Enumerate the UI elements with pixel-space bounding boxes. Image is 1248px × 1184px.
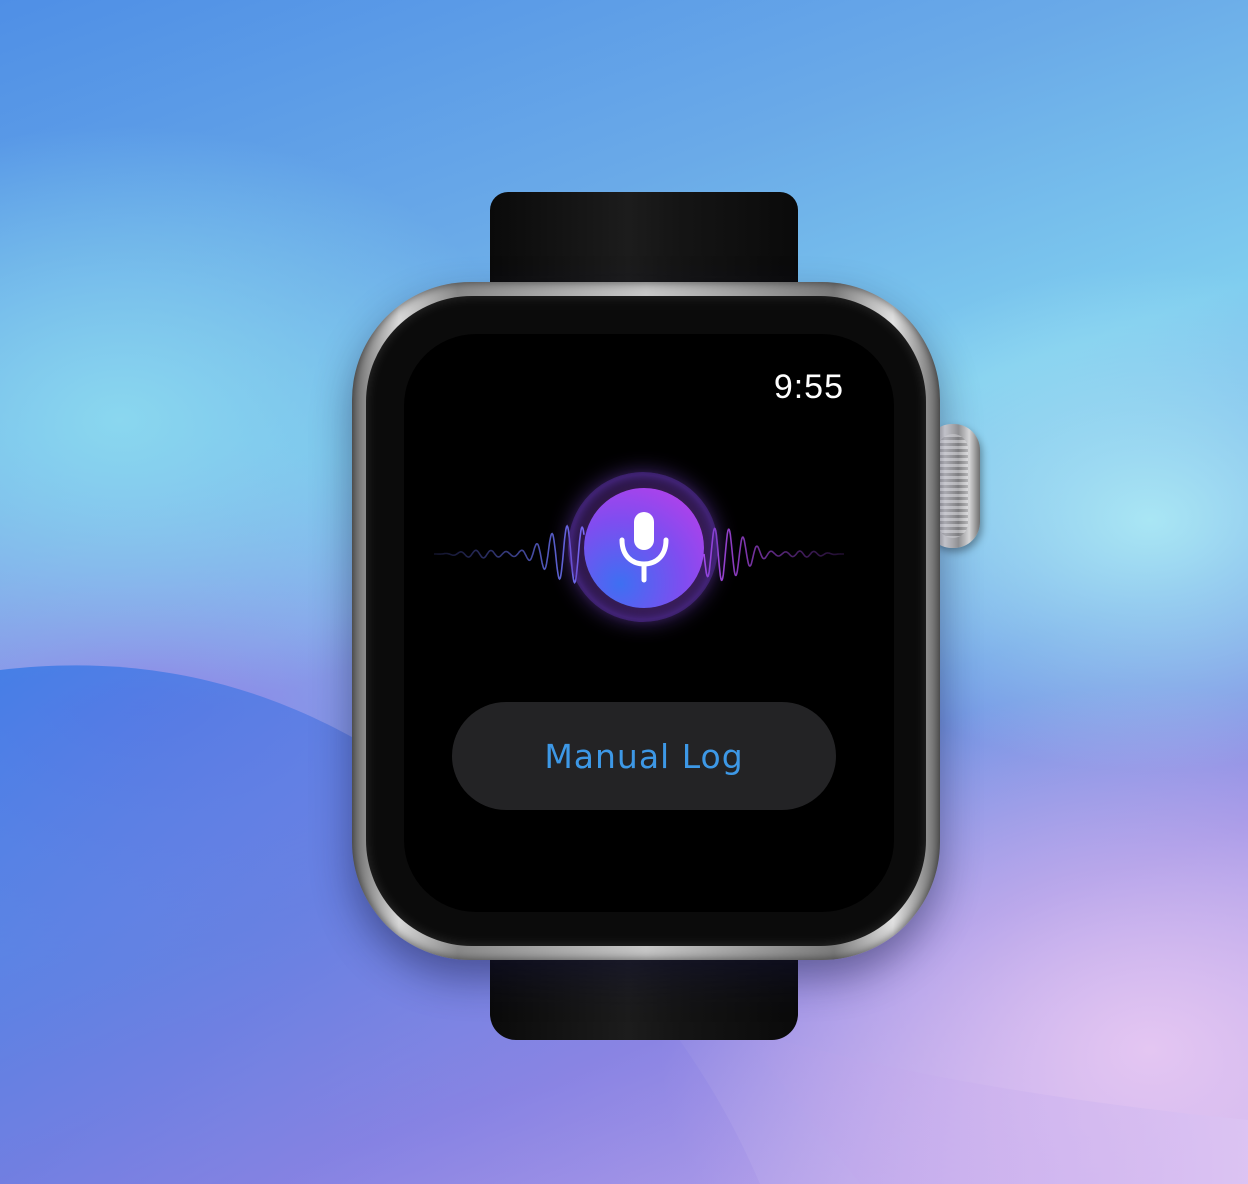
crown-ridges <box>938 434 968 538</box>
microphone-icon <box>619 512 669 583</box>
manual-log-button[interactable]: Manual Log <box>452 702 836 810</box>
watch-screen: 9:55 Manual Log <box>404 334 894 912</box>
status-time: 9:55 <box>773 368 844 406</box>
microphone-button[interactable] <box>584 488 704 608</box>
manual-log-label: Manual Log <box>544 736 744 776</box>
